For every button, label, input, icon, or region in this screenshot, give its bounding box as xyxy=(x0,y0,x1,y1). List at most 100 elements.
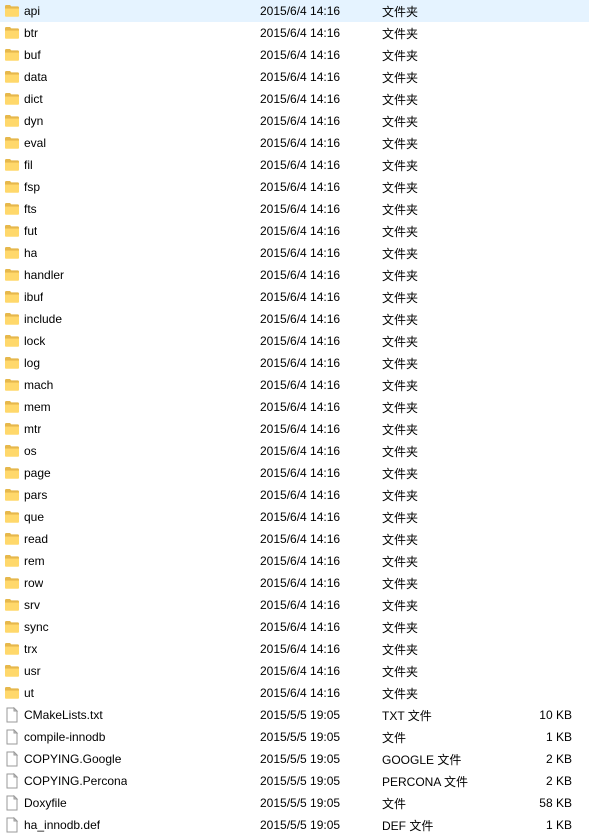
type-cell: TXT 文件 xyxy=(382,707,502,724)
folder-icon xyxy=(4,289,20,305)
list-item[interactable]: Doxyfile2015/5/5 19:05文件58 KB xyxy=(0,792,589,814)
type-cell: 文件夹 xyxy=(382,443,502,460)
name-cell: ibuf xyxy=(4,289,260,305)
file-icon xyxy=(4,707,20,723)
list-item[interactable]: mtr2015/6/4 14:16文件夹 xyxy=(0,418,589,440)
list-item[interactable]: compile-innodb2015/5/5 19:05文件1 KB xyxy=(0,726,589,748)
list-item[interactable]: mem2015/6/4 14:16文件夹 xyxy=(0,396,589,418)
date-cell: 2015/6/4 14:16 xyxy=(260,136,382,150)
list-item[interactable]: fts2015/6/4 14:16文件夹 xyxy=(0,198,589,220)
list-item[interactable]: data2015/6/4 14:16文件夹 xyxy=(0,66,589,88)
list-item[interactable]: trx2015/6/4 14:16文件夹 xyxy=(0,638,589,660)
folder-icon xyxy=(4,685,20,701)
type-cell: 文件夹 xyxy=(382,641,502,658)
list-item[interactable]: eval2015/6/4 14:16文件夹 xyxy=(0,132,589,154)
list-item[interactable]: fil2015/6/4 14:16文件夹 xyxy=(0,154,589,176)
size-cell: 58 KB xyxy=(502,796,580,810)
item-name: buf xyxy=(24,48,41,62)
name-cell: ha xyxy=(4,245,260,261)
date-cell: 2015/6/4 14:16 xyxy=(260,26,382,40)
type-cell: 文件夹 xyxy=(382,487,502,504)
type-cell: 文件夹 xyxy=(382,267,502,284)
type-cell: 文件夹 xyxy=(382,553,502,570)
type-cell: 文件夹 xyxy=(382,465,502,482)
list-item[interactable]: que2015/6/4 14:16文件夹 xyxy=(0,506,589,528)
list-item[interactable]: os2015/6/4 14:16文件夹 xyxy=(0,440,589,462)
list-item[interactable]: ha_innodb.def2015/5/5 19:05DEF 文件1 KB xyxy=(0,814,589,836)
type-cell: 文件夹 xyxy=(382,421,502,438)
list-item[interactable]: read2015/6/4 14:16文件夹 xyxy=(0,528,589,550)
type-cell: DEF 文件 xyxy=(382,817,502,834)
name-cell: trx xyxy=(4,641,260,657)
file-icon xyxy=(4,751,20,767)
folder-icon xyxy=(4,25,20,41)
item-name: usr xyxy=(24,664,41,678)
list-item[interactable]: usr 2015/6/4 14:16文件夹 xyxy=(0,660,589,682)
type-cell: 文件夹 xyxy=(382,531,502,548)
name-cell: fts xyxy=(4,201,260,217)
list-item[interactable]: handler2015/6/4 14:16文件夹 xyxy=(0,264,589,286)
item-name: que xyxy=(24,510,44,524)
type-cell: 文件 xyxy=(382,795,502,812)
list-item[interactable]: ibuf2015/6/4 14:16文件夹 xyxy=(0,286,589,308)
list-item[interactable]: pars2015/6/4 14:16文件夹 xyxy=(0,484,589,506)
date-cell: 2015/6/4 14:16 xyxy=(260,312,382,326)
date-cell: 2015/5/5 19:05 xyxy=(260,774,382,788)
item-name: page xyxy=(24,466,51,480)
name-cell: os xyxy=(4,443,260,459)
list-item[interactable]: lock2015/6/4 14:16文件夹 xyxy=(0,330,589,352)
list-item[interactable]: page2015/6/4 14:16文件夹 xyxy=(0,462,589,484)
list-item[interactable]: mach2015/6/4 14:16文件夹 xyxy=(0,374,589,396)
date-cell: 2015/6/4 14:16 xyxy=(260,444,382,458)
date-cell: 2015/6/4 14:16 xyxy=(260,70,382,84)
name-cell: dict xyxy=(4,91,260,107)
item-name: dict xyxy=(24,92,43,106)
name-cell: data xyxy=(4,69,260,85)
name-cell: mtr xyxy=(4,421,260,437)
folder-icon xyxy=(4,421,20,437)
list-item[interactable]: btr2015/6/4 14:16文件夹 xyxy=(0,22,589,44)
date-cell: 2015/6/4 14:16 xyxy=(260,268,382,282)
folder-icon xyxy=(4,553,20,569)
date-cell: 2015/6/4 14:16 xyxy=(260,576,382,590)
name-cell: row xyxy=(4,575,260,591)
size-cell: 2 KB xyxy=(502,774,580,788)
date-cell: 2015/6/4 14:16 xyxy=(260,422,382,436)
list-item[interactable]: buf2015/6/4 14:16文件夹 xyxy=(0,44,589,66)
list-item[interactable]: srv2015/6/4 14:16文件夹 xyxy=(0,594,589,616)
folder-icon xyxy=(4,663,20,679)
list-item[interactable]: ut2015/6/4 14:16文件夹 xyxy=(0,682,589,704)
list-item[interactable]: fsp2015/6/4 14:16文件夹 xyxy=(0,176,589,198)
folder-icon xyxy=(4,531,20,547)
list-item[interactable]: dict2015/6/4 14:16文件夹 xyxy=(0,88,589,110)
list-item[interactable]: row2015/6/4 14:16文件夹 xyxy=(0,572,589,594)
file-list: api2015/6/4 14:16文件夹btr2015/6/4 14:16文件夹… xyxy=(0,0,589,836)
list-item[interactable]: dyn2015/6/4 14:16文件夹 xyxy=(0,110,589,132)
type-cell: 文件夹 xyxy=(382,179,502,196)
list-item[interactable]: CMakeLists.txt2015/5/5 19:05TXT 文件10 KB xyxy=(0,704,589,726)
folder-icon xyxy=(4,201,20,217)
date-cell: 2015/6/4 14:16 xyxy=(260,202,382,216)
date-cell: 2015/6/4 14:16 xyxy=(260,664,382,678)
folder-icon xyxy=(4,333,20,349)
name-cell: CMakeLists.txt xyxy=(4,707,260,723)
name-cell: mach xyxy=(4,377,260,393)
list-item[interactable]: rem2015/6/4 14:16文件夹 xyxy=(0,550,589,572)
size-cell: 1 KB xyxy=(502,818,580,832)
list-item[interactable]: include2015/6/4 14:16文件夹 xyxy=(0,308,589,330)
list-item[interactable]: COPYING.Google2015/5/5 19:05GOOGLE 文件2 K… xyxy=(0,748,589,770)
date-cell: 2015/5/5 19:05 xyxy=(260,818,382,832)
type-cell: 文件夹 xyxy=(382,47,502,64)
folder-icon xyxy=(4,245,20,261)
type-cell: 文件夹 xyxy=(382,663,502,680)
date-cell: 2015/6/4 14:16 xyxy=(260,290,382,304)
list-item[interactable]: fut2015/6/4 14:16文件夹 xyxy=(0,220,589,242)
list-item[interactable]: COPYING.Percona2015/5/5 19:05PERCONA 文件2… xyxy=(0,770,589,792)
list-item[interactable]: api2015/6/4 14:16文件夹 xyxy=(0,0,589,22)
type-cell: 文件夹 xyxy=(382,25,502,42)
list-item[interactable]: ha2015/6/4 14:16文件夹 xyxy=(0,242,589,264)
list-item[interactable]: log2015/6/4 14:16文件夹 xyxy=(0,352,589,374)
item-name: COPYING.Google xyxy=(24,752,121,766)
list-item[interactable]: sync2015/6/4 14:16文件夹 xyxy=(0,616,589,638)
item-name: trx xyxy=(24,642,37,656)
